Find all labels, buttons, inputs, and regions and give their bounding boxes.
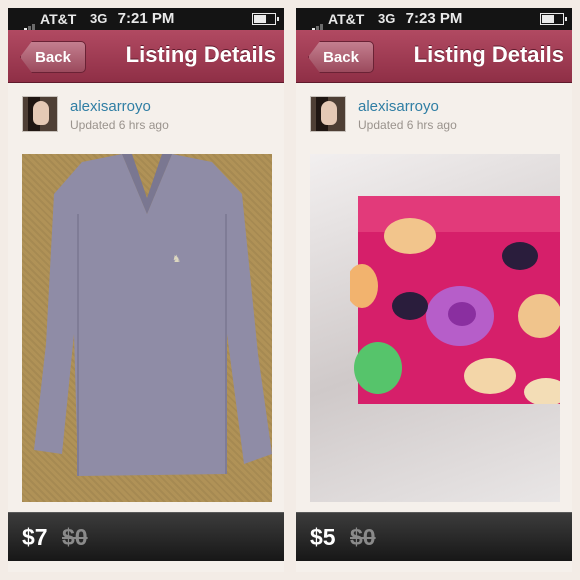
seller-row[interactable]: alexisarroyo Updated 6 hrs ago (296, 82, 572, 144)
updated-timestamp: Updated 6 hrs ago (358, 118, 457, 132)
listing-price: $7 (22, 524, 48, 550)
listing-photo[interactable] (310, 154, 560, 502)
back-button[interactable]: Back (308, 41, 374, 73)
seller-avatar[interactable] (22, 96, 58, 132)
seller-username-link[interactable]: alexisarroyo (358, 98, 439, 115)
shirt-photo: ♞ (34, 154, 272, 476)
price-bar: $5 $0 (296, 512, 572, 561)
listing-photo[interactable]: ♞ (22, 154, 272, 502)
listing-screen-left: AT&T 3G 7:21 PM Back Listing Details ale… (8, 8, 284, 572)
status-time: 7:21 PM (117, 10, 175, 27)
status-time: 7:23 PM (405, 10, 463, 27)
listing-price: $5 (310, 524, 336, 550)
listing-screen-right: AT&T 3G 7:23 PM Back Listing Details ale… (296, 8, 572, 572)
status-bar: AT&T 3G 7:21 PM (8, 8, 284, 35)
battery-icon (540, 13, 567, 25)
navigation-bar: Back Listing Details (8, 30, 284, 83)
original-price: $0 (350, 524, 376, 550)
back-button[interactable]: Back (20, 41, 86, 73)
status-bar: AT&T 3G 7:23 PM (296, 8, 572, 35)
battery-icon (252, 13, 279, 25)
original-price: $0 (62, 524, 88, 550)
seller-row[interactable]: alexisarroyo Updated 6 hrs ago (8, 82, 284, 144)
price-bar: $7 $0 (8, 512, 284, 561)
seller-username-link[interactable]: alexisarroyo (70, 98, 151, 115)
page-title: Listing Details (125, 42, 276, 67)
seller-avatar[interactable] (310, 96, 346, 132)
updated-timestamp: Updated 6 hrs ago (70, 118, 169, 132)
svg-text:♞: ♞ (172, 254, 181, 265)
skirt-photo (350, 196, 560, 404)
navigation-bar: Back Listing Details (296, 30, 572, 83)
page-title: Listing Details (413, 42, 564, 67)
